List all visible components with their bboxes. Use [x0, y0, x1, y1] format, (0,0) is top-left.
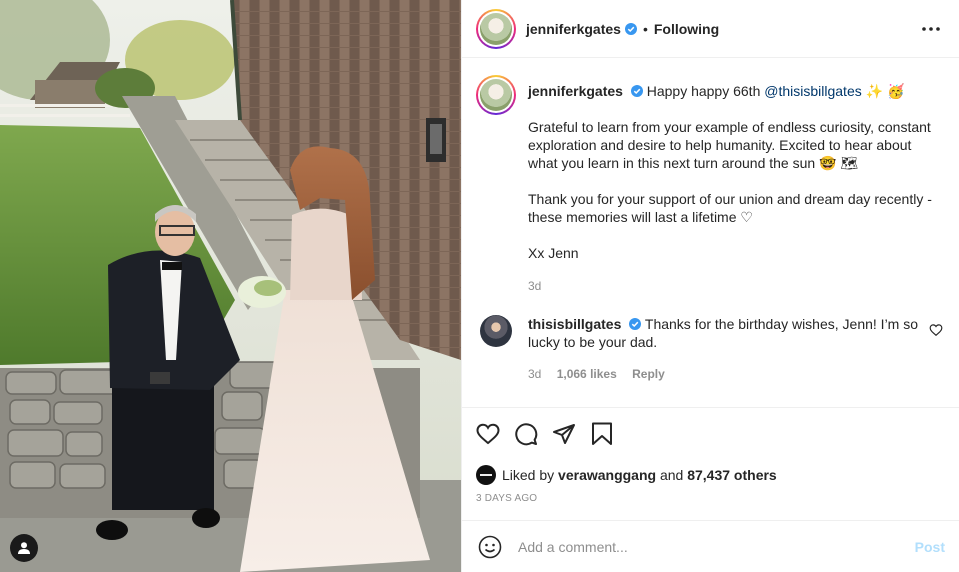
- emoji-smiley-icon: [478, 535, 502, 558]
- post-photo[interactable]: [0, 0, 461, 572]
- post-header: jenniferkgates • Following: [462, 0, 959, 58]
- add-comment-bar: Post: [462, 520, 959, 572]
- following-button[interactable]: Following: [654, 21, 719, 37]
- post-timestamp[interactable]: 3 DAYS AGO: [476, 493, 945, 504]
- liked-by-user[interactable]: verawanggang: [558, 467, 656, 483]
- commenter-avatar[interactable]: [480, 315, 512, 347]
- heart-icon: [476, 423, 500, 445]
- post-side-panel: jenniferkgates • Following jenniferkgate…: [461, 0, 959, 572]
- caption-paragraph-2: Thank you for your support of our union …: [528, 191, 932, 225]
- comment-time[interactable]: 3d: [528, 367, 541, 381]
- comment-bubble-icon: [515, 423, 538, 446]
- tagged-users-button[interactable]: [10, 534, 38, 562]
- liked-by-connector: and: [659, 467, 684, 483]
- commenter-username[interactable]: thisisbillgates: [528, 316, 621, 332]
- comment-like-heart-icon[interactable]: [929, 323, 943, 337]
- comments-section: jenniferkgates Happy happy 66th @thisisb…: [462, 59, 959, 407]
- caption-time[interactable]: 3d: [528, 279, 541, 293]
- share-button[interactable]: [544, 414, 584, 454]
- liked-by-row: Liked by verawanggang and 87,437 others: [476, 465, 945, 485]
- caption-username[interactable]: jenniferkgates: [528, 83, 623, 99]
- liker-avatar[interactable]: [476, 465, 496, 485]
- comment-item: thisisbillgates Thanks for the birthday …: [476, 315, 943, 383]
- comment-reply-button[interactable]: Reply: [632, 367, 665, 381]
- more-options-button[interactable]: [919, 17, 943, 41]
- caption-mention-link[interactable]: @thisisbillgates: [764, 83, 861, 99]
- verified-badge-icon: [629, 318, 642, 330]
- emoji-button[interactable]: [476, 533, 504, 561]
- verified-badge-icon: [624, 22, 637, 35]
- like-button[interactable]: [468, 414, 508, 454]
- caption: jenniferkgates Happy happy 66th @thisisb…: [476, 75, 943, 295]
- save-button[interactable]: [582, 414, 622, 454]
- author-username[interactable]: jenniferkgates: [526, 21, 621, 37]
- liked-by-prefix: Liked by: [502, 467, 555, 483]
- verified-badge-icon: [630, 85, 643, 97]
- more-options-icon: [922, 26, 940, 31]
- comment-button[interactable]: [506, 414, 546, 454]
- separator-dot: •: [642, 20, 648, 37]
- bookmark-icon: [592, 422, 612, 445]
- comment-likes[interactable]: 1,066 likes: [557, 367, 617, 381]
- caption-avatar[interactable]: [476, 75, 516, 115]
- author-avatar[interactable]: [476, 8, 516, 49]
- person-icon: [18, 542, 30, 554]
- comment-input[interactable]: [518, 538, 915, 555]
- paper-plane-icon: [553, 424, 575, 444]
- caption-line1-emojis: ✨ 🥳: [865, 83, 905, 99]
- caption-line1-text: Happy happy 66th: [646, 83, 761, 99]
- wedding-photo: [0, 0, 461, 572]
- caption-paragraph-1: Grateful to learn from your example of e…: [528, 119, 931, 171]
- post-actions: Liked by verawanggang and 87,437 others …: [462, 407, 959, 504]
- liked-by-others[interactable]: 87,437 others: [687, 467, 777, 483]
- caption-paragraph-3: Xx Jenn: [528, 245, 579, 261]
- post-comment-button[interactable]: Post: [915, 539, 945, 555]
